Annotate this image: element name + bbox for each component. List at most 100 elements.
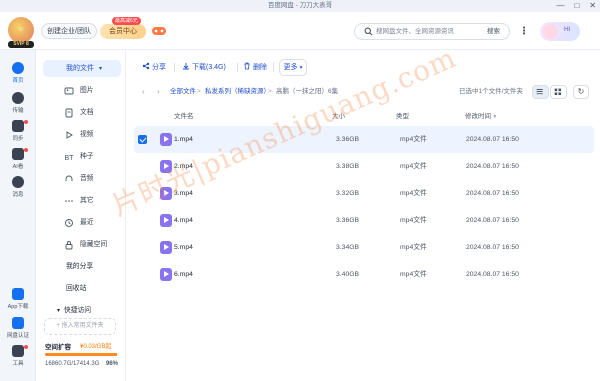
search-input[interactable] <box>376 25 481 38</box>
storage-progress-fill <box>45 353 117 356</box>
file-name[interactable]: 6.mp4 <box>174 270 193 279</box>
sidebar-item-my-share[interactable]: 我的分享 <box>66 262 93 272</box>
breadcrumb-folder[interactable]: 私发系列（稀缺资源） <box>205 87 270 97</box>
forward-arrow-icon[interactable]: › <box>157 87 160 97</box>
sidebar-item-images[interactable]: 图片 <box>80 86 94 96</box>
torrent-icon: BT <box>65 155 75 162</box>
breadcrumb-all-files[interactable]: 全部文件 <box>170 87 196 97</box>
grid-view-button[interactable] <box>550 85 567 99</box>
toolbar-divider <box>273 63 274 72</box>
verify-icon <box>12 317 24 329</box>
rail-item-verify[interactable]: 网盘认证 <box>0 317 36 339</box>
notification-dot <box>24 148 28 152</box>
more-button[interactable]: 更多 ▾ <box>279 59 307 76</box>
column-header-type[interactable]: 类型 <box>396 110 409 120</box>
window-titlebar: 百度网盘 - 刀刀大表哥 — □ ✕ <box>0 0 600 12</box>
column-header-name[interactable]: 文件名 <box>174 110 194 120</box>
table-row[interactable]: 6.mp4 3.40GB mp4文件 2024.08.07 16:50 <box>134 261 594 288</box>
home-icon <box>12 62 24 74</box>
sidebar-item-other[interactable]: 其它 <box>80 196 94 206</box>
sidebar-item-recent[interactable]: 最近 <box>80 218 94 228</box>
member-center-button[interactable]: 会员中心 <box>100 24 146 39</box>
storage-progress-bar <box>45 353 119 356</box>
delete-button[interactable]: 删除 <box>243 62 267 74</box>
rail-item-app-download[interactable]: App下载 <box>0 288 36 310</box>
sidebar-item-recycle-bin[interactable]: 回收站 <box>66 284 86 294</box>
tools-icon <box>12 345 24 357</box>
add-quick-access-button[interactable]: + 拖入常用文件夹 <box>44 318 116 335</box>
file-modified: 2024.08.07 16:50 <box>466 244 519 251</box>
file-name[interactable]: 2.mp4 <box>174 162 193 171</box>
file-name[interactable]: 3.mp4 <box>174 189 193 198</box>
sidebar-item-torrents[interactable]: 种子 <box>80 152 94 162</box>
sync-icon <box>12 120 24 132</box>
sidebar-item-my-files[interactable]: 我的文件 ▾ <box>43 60 121 77</box>
rail-item-ai[interactable]: AI看 <box>0 148 36 170</box>
share-icon <box>142 62 150 70</box>
refresh-button[interactable]: ↻ <box>573 85 589 99</box>
table-row[interactable]: 1.mp4 3.36GB mp4文件 2024.08.07 16:50 <box>134 126 594 153</box>
back-arrow-icon[interactable]: ‹ <box>142 87 145 97</box>
main-content: 分享 下载(3.4G) 删除 更多 ▾ ‹ › 全部文件 > 私发系列（稀缺资源）… <box>126 50 600 381</box>
table-row[interactable]: 4.mp4 3.36GB mp4文件 2024.08.07 16:50 <box>134 207 594 234</box>
download-icon <box>183 63 189 70</box>
row-checkbox[interactable] <box>138 135 147 144</box>
sidebar-item-videos[interactable]: 视频 <box>80 130 94 140</box>
download-button[interactable]: 下载(3.4G) <box>182 62 226 74</box>
video-file-icon <box>160 160 172 173</box>
lock-icon <box>65 241 73 250</box>
rail-item-transfer[interactable]: 传输 <box>0 92 36 114</box>
file-name[interactable]: 5.mp4 <box>174 243 193 252</box>
file-type: mp4文件 <box>400 244 427 251</box>
file-name[interactable]: 1.mp4 <box>174 135 193 144</box>
search-button[interactable]: 搜索 <box>487 26 500 38</box>
breadcrumb-separator: > <box>268 88 272 95</box>
table-row[interactable]: 2.mp4 3.38GB mp4文件 2024.08.07 16:50 <box>134 153 594 180</box>
video-file-icon <box>160 214 172 227</box>
rail-item-home[interactable]: 首页 <box>0 62 36 84</box>
table-row[interactable]: 5.mp4 3.34GB mp4文件 2024.08.07 16:50 <box>134 234 594 261</box>
column-header-size[interactable]: 大小 <box>332 110 345 120</box>
vip-badge: SVIP 8 <box>8 41 34 48</box>
rail-item-sync[interactable]: 同步 <box>0 120 36 142</box>
maximize-icon[interactable]: □ <box>574 0 579 12</box>
file-name[interactable]: 4.mp4 <box>174 216 193 225</box>
rail-label: 传输 <box>12 108 24 114</box>
rail-label: 首页 <box>12 78 24 84</box>
storage-percent: 96% <box>106 361 119 367</box>
other-icon <box>65 200 73 202</box>
space-promo[interactable]: ¥0.03/GB起 <box>80 341 111 350</box>
rail-item-message[interactable]: 消息 <box>0 176 36 198</box>
minimize-icon[interactable]: — <box>556 0 564 12</box>
share-button[interactable]: 分享 <box>142 62 166 74</box>
left-rail: 首页 传输 同步 AI看 消息 App下载 网盘认证 工具 <box>0 50 36 381</box>
rail-label: AI看 <box>12 164 24 170</box>
file-type: mp4文件 <box>400 136 427 143</box>
table-row[interactable]: 3.mp4 3.32GB mp4文件 2024.08.07 16:50 <box>134 180 594 207</box>
space-expand-label[interactable]: 空间扩容 <box>45 341 71 351</box>
list-view-button[interactable] <box>532 85 549 99</box>
rail-item-tools[interactable]: 工具 <box>0 345 36 367</box>
sidebar-item-audio[interactable]: 音频 <box>80 174 94 184</box>
file-type: mp4文件 <box>400 163 427 170</box>
quick-access-header[interactable]: ▾ 快捷访问 <box>57 306 91 316</box>
close-icon[interactable]: ✕ <box>589 0 596 12</box>
delete-label: 删除 <box>253 64 267 71</box>
video-file-icon <box>160 187 172 200</box>
column-header-modified-label: 修改时间 <box>465 113 491 120</box>
assistant-button[interactable]: Hi <box>540 22 580 41</box>
column-header-modified[interactable]: 修改时间 ▼ <box>465 110 497 120</box>
avatar[interactable]: ☺ <box>8 17 34 43</box>
more-options-icon[interactable]: ⋮ <box>519 25 529 38</box>
toolbar-divider <box>174 63 175 72</box>
rail-label: App下载 <box>7 304 29 310</box>
audio-icon <box>65 175 73 181</box>
window-title: 百度网盘 - 刀刀大表哥 <box>267 2 333 9</box>
share-label: 分享 <box>152 64 166 71</box>
game-icon[interactable] <box>151 24 167 38</box>
sidebar-item-documents[interactable]: 文档 <box>80 108 94 118</box>
toolbar-divider <box>237 63 238 72</box>
sidebar-item-hidden-space[interactable]: 隐藏空间 <box>80 240 107 250</box>
create-enterprise-button[interactable]: 创建企业/团队 <box>41 23 97 39</box>
refresh-icon: ↻ <box>577 87 585 96</box>
